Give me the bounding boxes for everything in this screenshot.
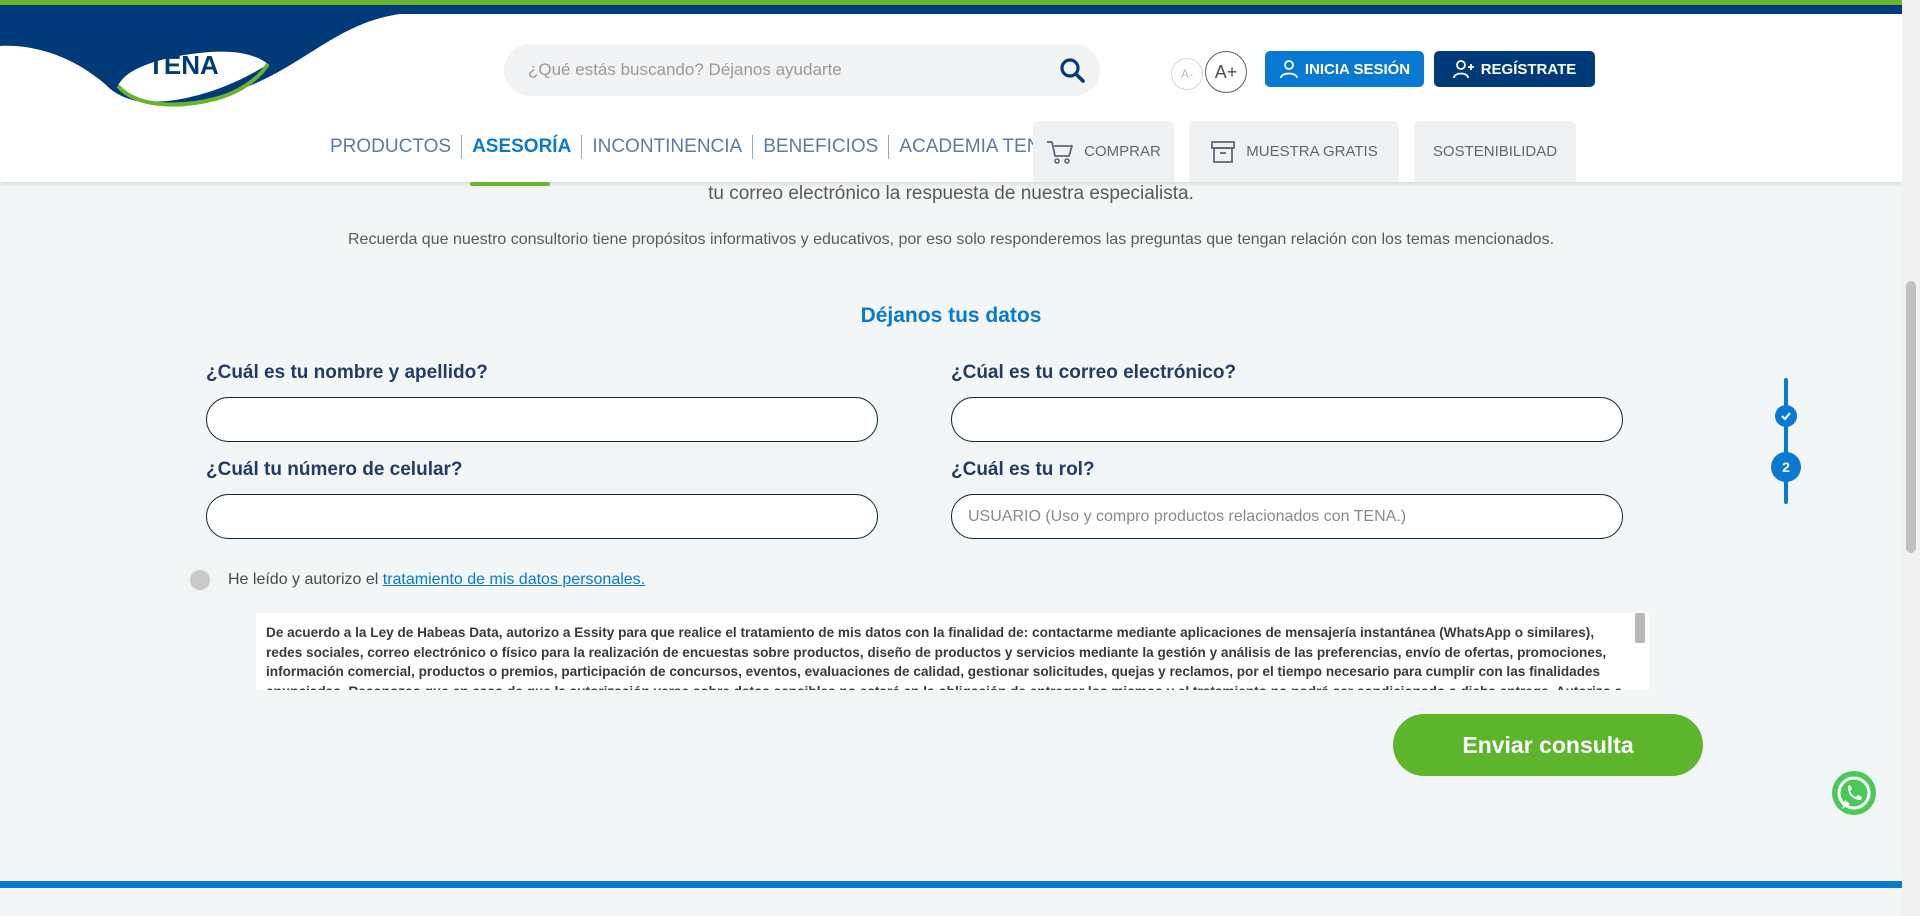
legal-text-box[interactable]: De acuerdo a la Ley de Habeas Data, auto… — [256, 613, 1649, 690]
login-label: INICIA SESIÓN — [1304, 60, 1411, 78]
email-label: ¿Cúal es tu correo electrónico? — [951, 362, 1237, 383]
tab-muestra-label: MUESTRA GRATIS — [1246, 143, 1378, 160]
progress-stepper — [1784, 378, 1788, 504]
email-field[interactable] — [951, 397, 1623, 442]
phone-field[interactable] — [206, 494, 878, 539]
top-color-bar — [0, 0, 1902, 14]
nav-item-incontinencia[interactable]: INCONTINENCIA — [581, 135, 752, 159]
register-label: REGÍSTRATE — [1480, 60, 1577, 78]
search-bar[interactable] — [504, 44, 1100, 96]
privacy-policy-link[interactable]: tratamiento de mis datos personales. — [383, 571, 645, 588]
name-field[interactable] — [206, 397, 878, 442]
nav-item-asesoria[interactable]: ASESORÍA — [461, 135, 581, 159]
consent-radio[interactable] — [190, 570, 210, 590]
disclaimer-note: Recuerda que nuestro consultorio tiene p… — [347, 231, 1555, 248]
nav-item-productos[interactable]: PRODUCTOS — [320, 135, 461, 159]
tab-muestra-gratis[interactable]: MUESTRA GRATIS — [1189, 121, 1399, 182]
site-header: TENA A- A+ INICIA SESIÓN REGÍSTRATE PROD… — [0, 14, 1902, 186]
register-button[interactable]: REGÍSTRATE — [1434, 51, 1595, 87]
user-icon — [1279, 60, 1298, 79]
step-2-current: 2 — [1771, 452, 1801, 482]
role-label: ¿Cuál es tu rol? — [951, 459, 1095, 480]
tena-logo[interactable]: TENA — [0, 14, 420, 124]
footer-divider — [0, 881, 1902, 888]
logo-text: TENA — [148, 50, 219, 80]
section-title: Déjanos tus datos — [860, 304, 1042, 327]
main-nav: PRODUCTOS ASESORÍA INCONTINENCIA BENEFIC… — [320, 132, 1063, 162]
tab-sostenibilidad-label: SOSTENIBILIDAD — [1432, 143, 1558, 160]
name-label: ¿Cuál es tu nombre y apellido? — [206, 362, 488, 383]
footer — [0, 888, 1902, 916]
page-scrollbar-thumb[interactable] — [1906, 281, 1916, 553]
tab-sostenibilidad[interactable]: SOSTENIBILIDAD — [1414, 121, 1576, 182]
nav-item-beneficios[interactable]: BENEFICIOS — [752, 135, 888, 159]
tab-comprar[interactable]: COMPRAR — [1033, 121, 1174, 182]
check-icon — [1781, 412, 1791, 421]
search-input[interactable] — [528, 44, 1028, 96]
user-plus-icon — [1452, 60, 1474, 79]
legal-scrollbar[interactable] — [1635, 613, 1645, 643]
submit-button[interactable]: Enviar consulta — [1393, 714, 1703, 776]
step-1-complete — [1775, 405, 1797, 427]
consent-label: He leído y autorizo el tratamiento de mi… — [228, 571, 645, 589]
tab-comprar-label: COMPRAR — [1084, 143, 1161, 160]
search-icon[interactable] — [1058, 56, 1086, 84]
consent-row: He leído y autorizo el tratamiento de mi… — [190, 570, 645, 590]
font-increase-button[interactable]: A+ — [1205, 51, 1247, 93]
legal-text: De acuerdo a la Ley de Habeas Data, auto… — [266, 625, 1622, 690]
role-select[interactable] — [951, 494, 1623, 539]
font-decrease-button[interactable]: A- — [1171, 58, 1203, 90]
login-button[interactable]: INICIA SESIÓN — [1265, 51, 1424, 87]
intro-text: tu correo electrónico la respuesta de nu… — [708, 183, 1194, 204]
box-icon — [1211, 140, 1236, 163]
cart-icon — [1047, 140, 1074, 164]
whatsapp-icon[interactable] — [1830, 769, 1878, 817]
consent-text: He leído y autorizo el — [228, 571, 383, 588]
phone-label: ¿Cuál tu número de celular? — [206, 459, 463, 480]
